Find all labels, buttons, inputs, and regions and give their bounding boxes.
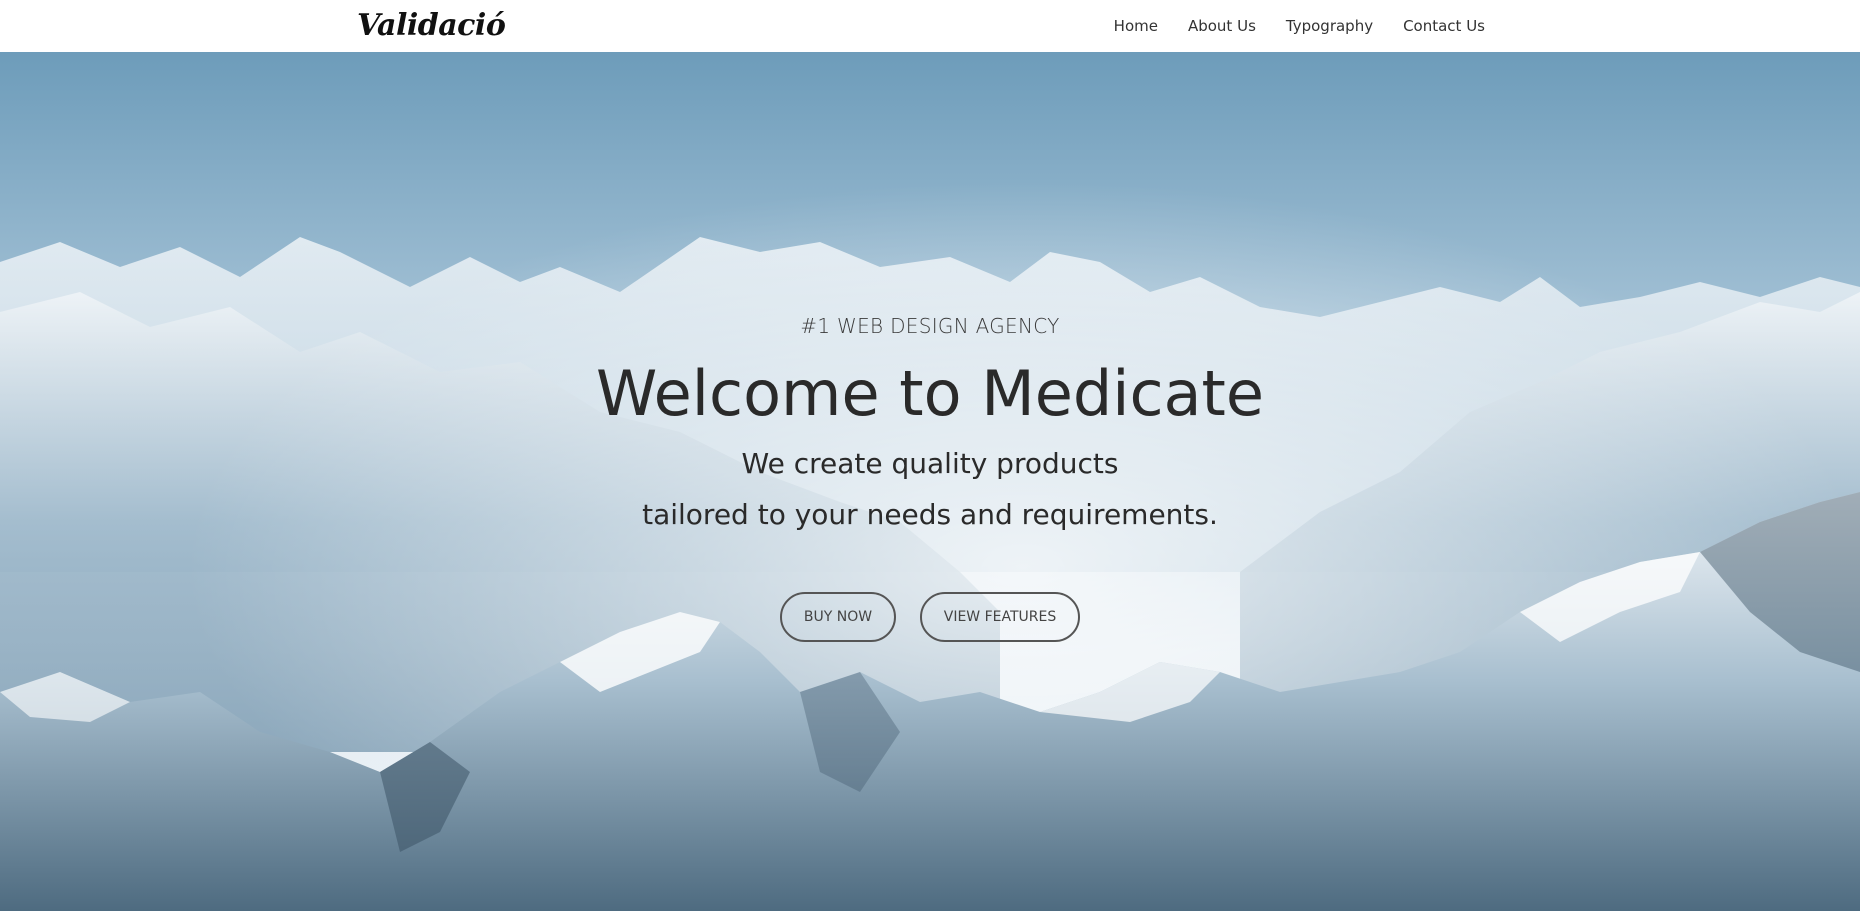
main-nav: Home About Us Typography Contact Us	[1114, 0, 1485, 52]
site-logo[interactable]: Validació	[357, 8, 506, 43]
nav-link-contact-us[interactable]: Contact Us	[1403, 17, 1485, 35]
view-features-button[interactable]: VIEW FEATURES	[920, 592, 1080, 642]
nav-link-about-us[interactable]: About Us	[1188, 17, 1256, 35]
hero-eyebrow: #1 WEB DESIGN AGENCY	[800, 314, 1060, 338]
nav-link-home[interactable]: Home	[1114, 17, 1158, 35]
hero-section: #1 WEB DESIGN AGENCY Welcome to Medicate…	[0, 52, 1860, 911]
top-navbar: Validació Home About Us Typography Conta…	[0, 0, 1860, 52]
hero-buttons: BUY NOW VIEW FEATURES	[0, 592, 1860, 642]
buy-now-button[interactable]: BUY NOW	[780, 592, 896, 642]
hero-subline-2: tailored to your needs and requirements.	[642, 498, 1218, 531]
hero-headline: Welcome to Medicate	[595, 357, 1264, 430]
nav-link-typography[interactable]: Typography	[1286, 17, 1373, 35]
hero-subline-1: We create quality products	[741, 447, 1119, 480]
hero-background-mountains	[0, 52, 1860, 911]
